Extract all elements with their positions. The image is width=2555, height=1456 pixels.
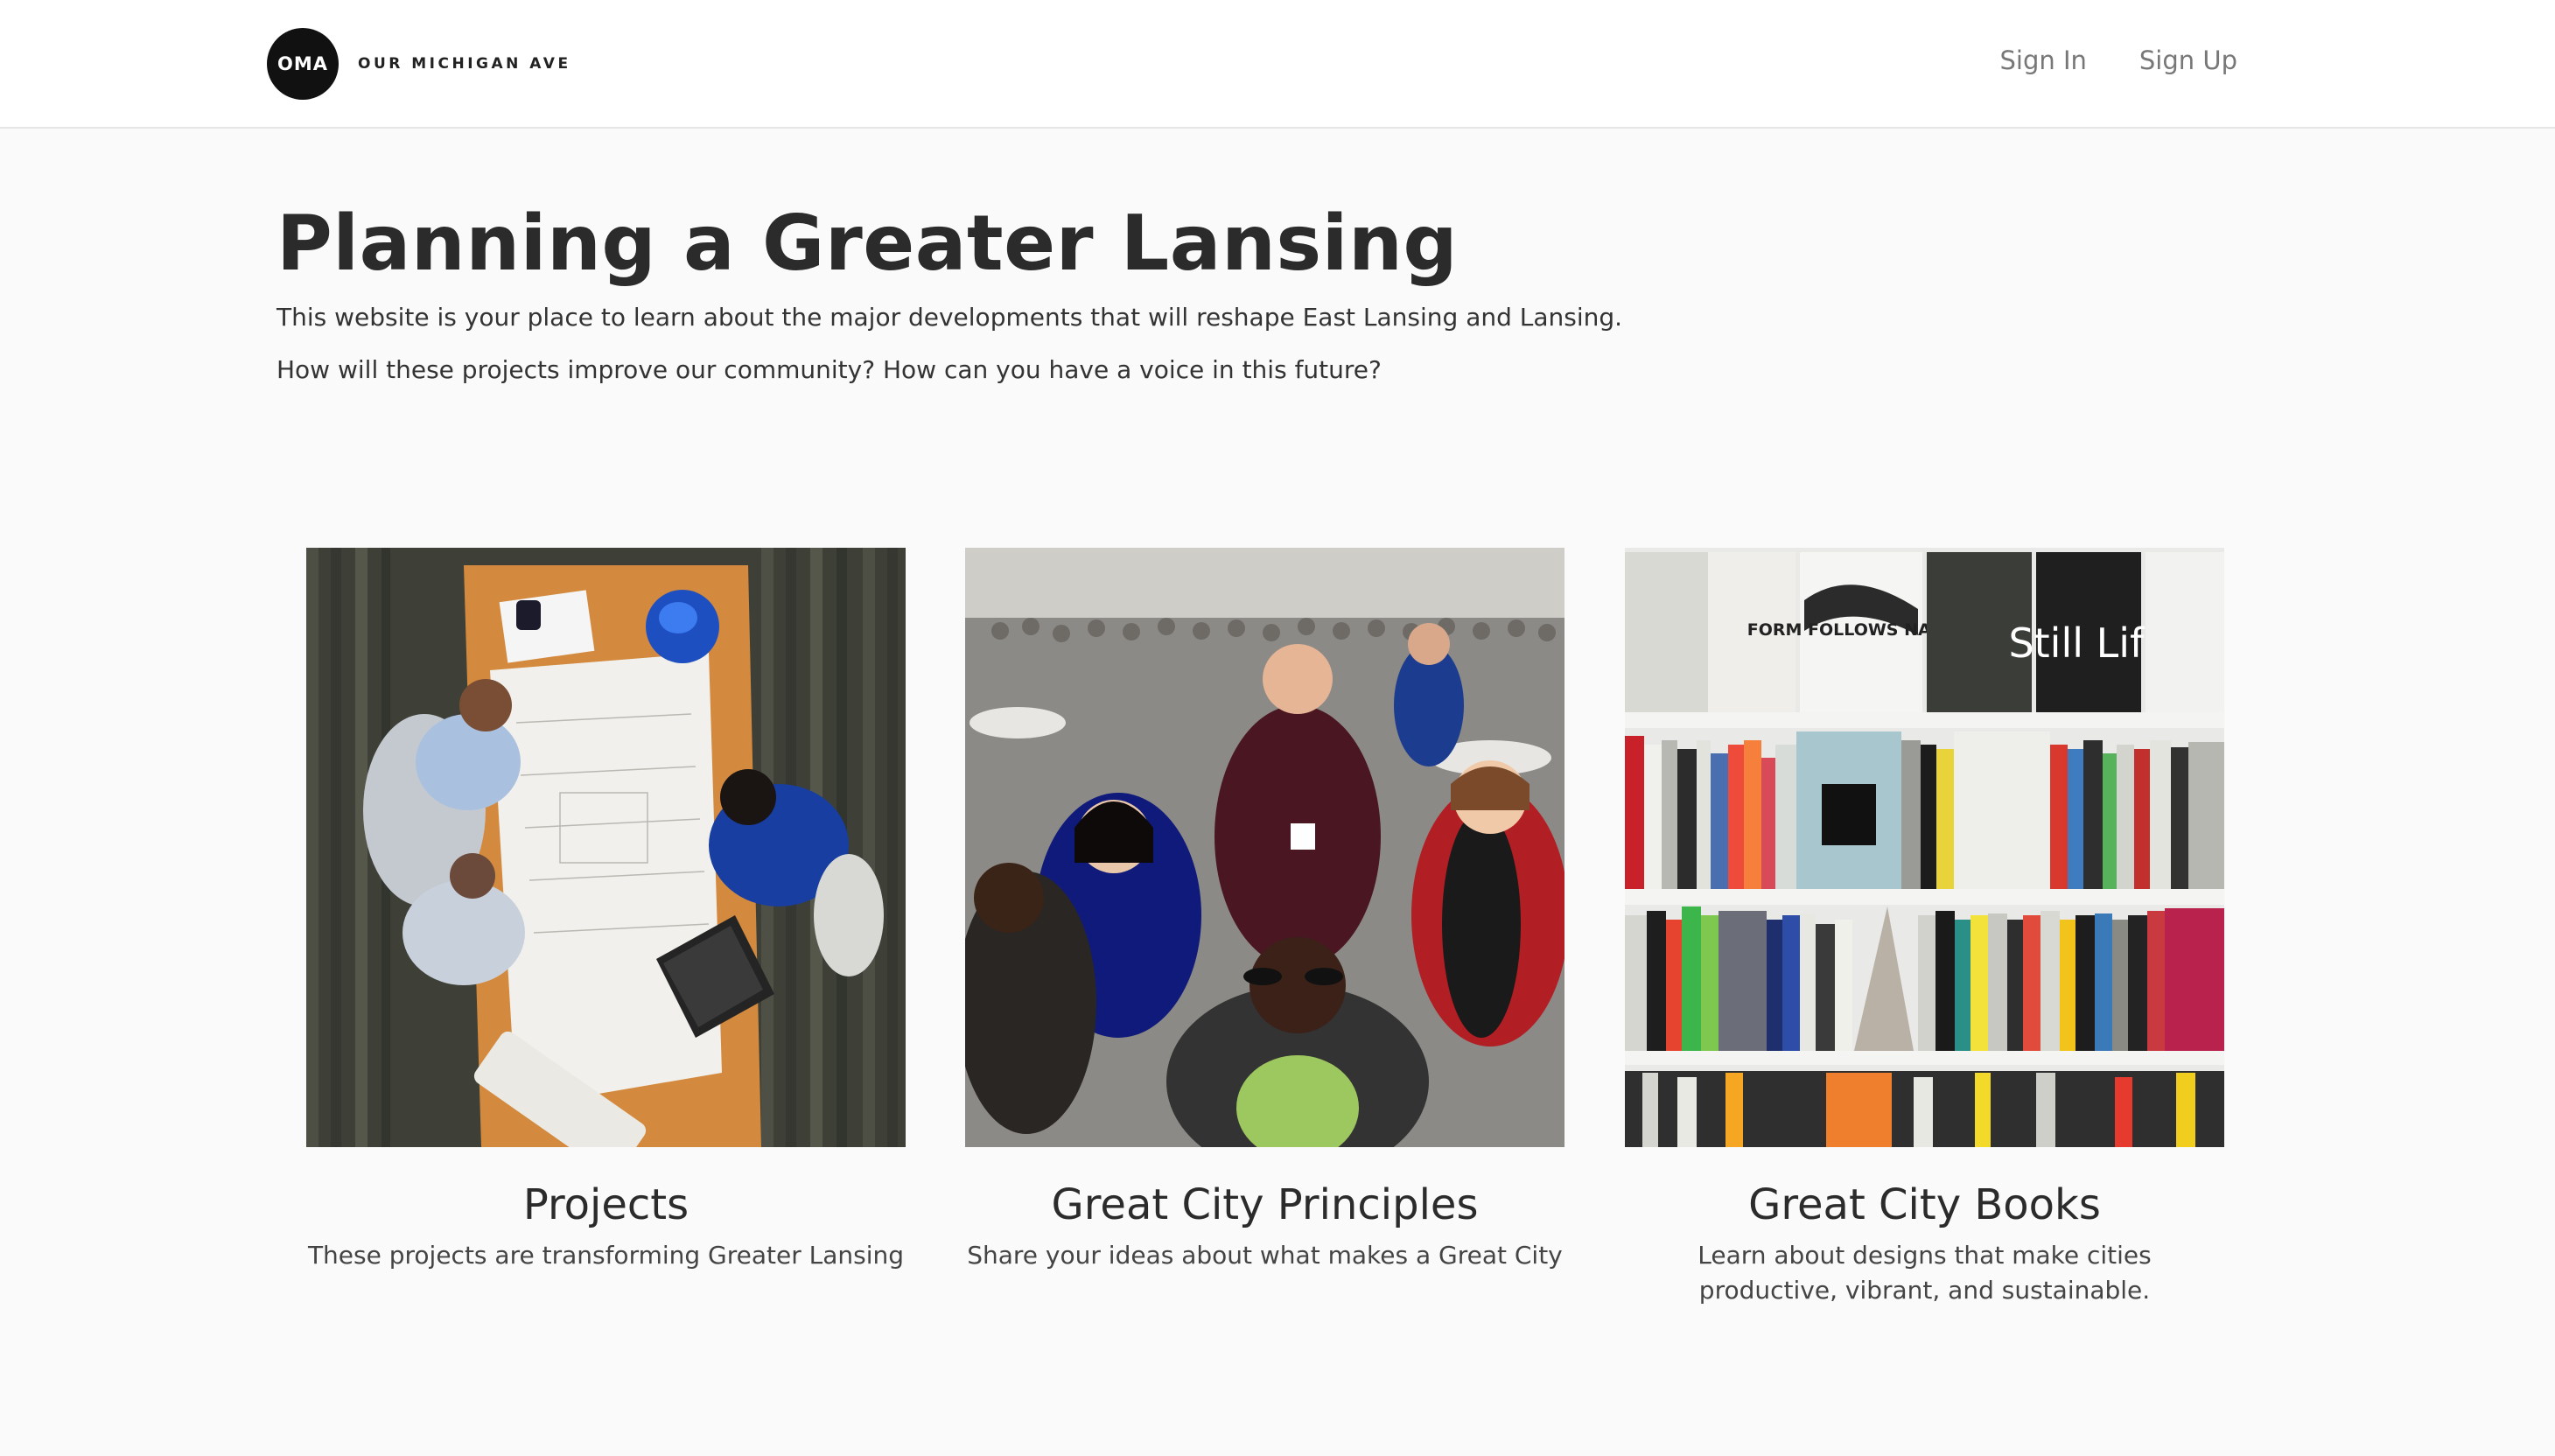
projects-card-title: Projects	[522, 1180, 690, 1229]
books-image[interactable]: FORM FOLLOWS NATURE Still Life	[1625, 548, 2224, 1147]
brand-home-link[interactable]: OMA OUR MICHIGAN AVE	[267, 28, 571, 100]
hero-section: Planning a Greater Lansing This website …	[276, 195, 2289, 388]
brand-name: OUR MICHIGAN AVE	[358, 55, 571, 73]
great-city-principles-card[interactable]: Great City Principles Share your ideas a…	[965, 548, 1564, 1273]
page-title: Planning a Greater Lansing	[276, 199, 1459, 288]
principles-image[interactable]	[965, 548, 1564, 1147]
projects-card[interactable]: Projects These projects are transforming…	[306, 548, 906, 1273]
projects-card-description: These projects are transforming Greater …	[307, 1241, 905, 1270]
books-card-title: Great City Books	[1748, 1180, 2101, 1229]
sign-in-link[interactable]: Sign In	[1999, 46, 2086, 75]
nav-links: Sign In Sign Up	[1999, 46, 2237, 75]
sign-up-link[interactable]: Sign Up	[2139, 46, 2237, 75]
principles-card-description: Share your ideas about what makes a Grea…	[967, 1241, 1563, 1270]
great-city-books-card[interactable]: FORM FOLLOWS NATURE Still Life Great Cit…	[1625, 548, 2224, 1308]
books-card-description: Learn about designs that make cities pro…	[1698, 1241, 2152, 1305]
top-navbar: OMA OUR MICHIGAN AVE Sign In Sign Up	[0, 0, 2555, 129]
principles-card-title: Great City Principles	[1051, 1180, 1479, 1229]
hero-question-text: How will these projects improve our comm…	[276, 355, 1382, 384]
still-life-cover: Still Life	[2008, 620, 2168, 667]
hero-intro-text: This website is your place to learn abou…	[276, 303, 1623, 332]
oma-logo: OMA	[267, 28, 339, 100]
projects-image[interactable]	[306, 548, 906, 1147]
